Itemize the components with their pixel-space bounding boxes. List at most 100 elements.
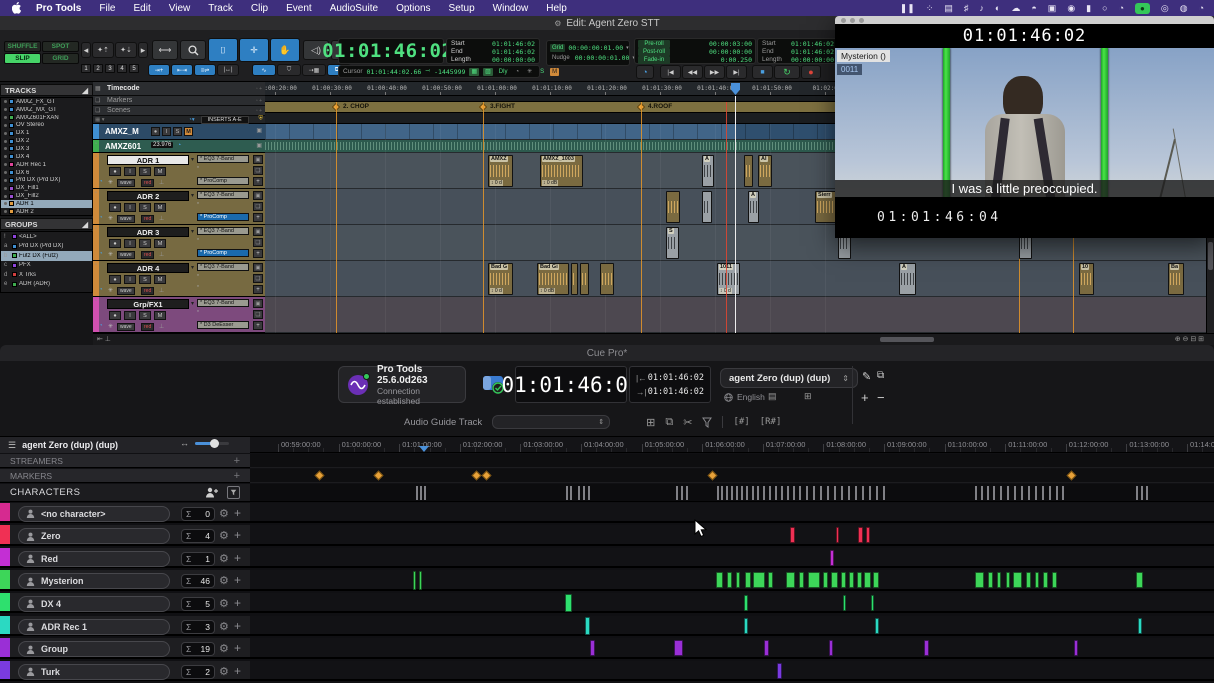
wave-view-selector[interactable]: wave xyxy=(117,251,135,259)
go-to-end-button[interactable]: ▶| xyxy=(726,65,747,79)
track-options-icon[interactable]: ▣ xyxy=(253,191,263,200)
cue-clip[interactable] xyxy=(744,618,748,634)
track-header-grp-fx1[interactable]: ◔Grp/FX1▾●ISM◔✳wavered⊥* EQ3 7-Band** D3… xyxy=(93,297,265,333)
track-name[interactable]: ADR 4 xyxy=(107,263,189,273)
character-cue-count[interactable]: Σ3 xyxy=(181,620,215,634)
cue-clip[interactable] xyxy=(857,572,862,588)
camera-icon[interactable]: ● xyxy=(1135,3,1150,14)
track-list-item[interactable]: DX 6 xyxy=(1,169,92,177)
zoom-preset-3[interactable]: 3 xyxy=(105,64,115,73)
cue-clip[interactable] xyxy=(1043,572,1048,588)
track-options-icon[interactable]: ▣ xyxy=(256,142,262,149)
cue-clip[interactable] xyxy=(764,640,769,656)
record-enable-button[interactable]: ● xyxy=(109,203,121,212)
character-cue-lane[interactable] xyxy=(250,525,1214,546)
film-icon[interactable]: ⊞ xyxy=(804,391,812,402)
playlist-selector[interactable]: red xyxy=(141,179,154,187)
track-header-amxz601[interactable]: ◔AMXZ60123.976◔▣ xyxy=(93,140,265,153)
character-name-field[interactable]: Zero xyxy=(18,528,170,544)
insert-dyn[interactable]: * ProComp xyxy=(197,249,249,257)
cue-clip[interactable] xyxy=(871,595,874,611)
sidebar-icon[interactable]: ▤ xyxy=(944,3,953,14)
audio-clip[interactable] xyxy=(580,263,589,295)
cue-clip[interactable] xyxy=(849,572,854,588)
character-settings-icon[interactable]: ⚙ xyxy=(219,621,229,633)
insert-slot-empty[interactable]: * xyxy=(197,310,199,316)
character-cue-count[interactable]: Σ2 xyxy=(181,665,215,679)
cue-clip[interactable] xyxy=(753,572,765,588)
nudge-label[interactable]: Nudge xyxy=(550,54,572,62)
clock-icon[interactable]: ◔ xyxy=(1199,3,1204,13)
zoom-in-button[interactable]: ▸ xyxy=(138,42,148,58)
audio-clip[interactable] xyxy=(702,191,712,223)
track-freeze-icon[interactable]: ◔ xyxy=(94,298,97,304)
character-settings-icon[interactable]: ⚙ xyxy=(219,575,229,587)
audio-clip[interactable]: AI xyxy=(758,155,772,187)
cue-clip[interactable] xyxy=(873,572,879,588)
remove-cue-button[interactable]: − xyxy=(877,390,885,405)
add-cue-icon[interactable]: + xyxy=(234,665,241,678)
menu-item-file[interactable]: File xyxy=(99,3,115,14)
track-name-chevron-icon[interactable]: ▾ xyxy=(191,192,194,199)
add-cue-icon[interactable]: + xyxy=(234,620,241,633)
track-header-adr-1[interactable]: ◔ADR 1▾●ISM◔✳wavered⊥* EQ3 7-Band** ProC… xyxy=(93,153,265,189)
track-add-icon[interactable]: + xyxy=(253,249,263,258)
track-list-item[interactable]: AMXZ_FX_GT xyxy=(1,98,92,106)
track-list-item[interactable]: Prd DX (Prd DX) xyxy=(1,176,92,184)
insert-dyn[interactable]: * ProComp xyxy=(197,213,249,221)
zoom-tool-icon[interactable] xyxy=(180,40,206,60)
elastic-audio-icon[interactable]: ◔ xyxy=(99,323,103,329)
track-list-item[interactable]: ADR 2 xyxy=(1,208,92,216)
groups-panel-header[interactable]: GROUPS◢ xyxy=(0,218,93,230)
tracks-panel-header[interactable]: TRACKS◢ xyxy=(0,84,93,96)
track-options-icon[interactable]: ▣ xyxy=(253,299,263,308)
track-add-icon[interactable]: + xyxy=(253,321,263,330)
menu-item-window[interactable]: Window xyxy=(493,3,529,14)
s-button[interactable]: S xyxy=(139,311,151,320)
snap-icon[interactable]: ✳ xyxy=(108,287,113,294)
track-list-item[interactable]: DX_Fill2 xyxy=(1,192,92,200)
video-window[interactable]: 01:01:46:02 Mysterion () 0011 I was a li… xyxy=(835,16,1214,238)
cue-clip[interactable] xyxy=(716,572,723,588)
layered-edit-icon[interactable]: ⇢▦ xyxy=(302,64,326,76)
i-button[interactable]: I xyxy=(124,167,136,176)
app-window-icon[interactable]: ❚❚ xyxy=(900,3,915,14)
audio-clip[interactable]: Bad G↕ 0 d xyxy=(488,263,513,295)
track-comments-icon[interactable]: ❏ xyxy=(253,274,263,283)
return-to-zero-button[interactable]: |◀ xyxy=(660,65,681,79)
cue-streamer-diamond[interactable] xyxy=(374,471,384,481)
mode-shuffle[interactable]: SHUFFLE xyxy=(4,41,41,52)
track-list-item[interactable]: DX 2 xyxy=(1,137,92,145)
cue-clip[interactable] xyxy=(727,572,732,588)
audio-clip[interactable]: A xyxy=(748,191,759,223)
cue-ruler[interactable]: 00:59:00:0001:00:00:0001:01:00:0001:02:0… xyxy=(250,437,1214,453)
character-name-field[interactable]: Turk xyxy=(18,664,170,680)
character-cue-count[interactable]: Σ5 xyxy=(181,597,215,611)
video-online-icon[interactable]: ◔ xyxy=(177,142,181,149)
s-button[interactable]: S xyxy=(139,167,151,176)
cue-clip[interactable] xyxy=(585,617,590,636)
mode-slip[interactable]: SLIP xyxy=(4,53,41,64)
audio-clip[interactable] xyxy=(666,191,680,223)
s-button[interactable]: S xyxy=(139,275,151,284)
cue-clip[interactable] xyxy=(1013,572,1022,588)
cue-clip[interactable] xyxy=(1136,572,1143,588)
midi-icon[interactable]: ♯ xyxy=(964,3,969,13)
record-enable-button[interactable]: ● xyxy=(109,167,121,176)
audio-clip[interactable]: AMXZ_1003↕ 0 dB xyxy=(540,155,583,187)
add-streamer-icon[interactable]: ⊞ xyxy=(646,416,655,429)
battery-icon[interactable]: ▮ xyxy=(1086,3,1091,14)
character-row[interactable]: MysterionΣ46⚙+ xyxy=(0,570,250,591)
cue-clip[interactable] xyxy=(924,640,929,656)
character-settings-icon[interactable]: ⚙ xyxy=(219,530,229,542)
audio-clip[interactable]: 10 xyxy=(1079,263,1094,295)
record-enable-button[interactable]: ● xyxy=(109,239,121,248)
playlist-selector[interactable]: red xyxy=(141,215,154,223)
v-scrollbar[interactable] xyxy=(1206,238,1214,345)
menu-item-options[interactable]: Options xyxy=(396,3,430,14)
cue-clip[interactable] xyxy=(799,572,804,588)
track-add-icon[interactable]: + xyxy=(253,285,263,294)
character-cue-count[interactable]: Σ0 xyxy=(181,507,215,521)
track-freeze-icon[interactable]: ◔ xyxy=(94,226,97,232)
split-cue-icon[interactable]: ✂ xyxy=(683,416,692,429)
